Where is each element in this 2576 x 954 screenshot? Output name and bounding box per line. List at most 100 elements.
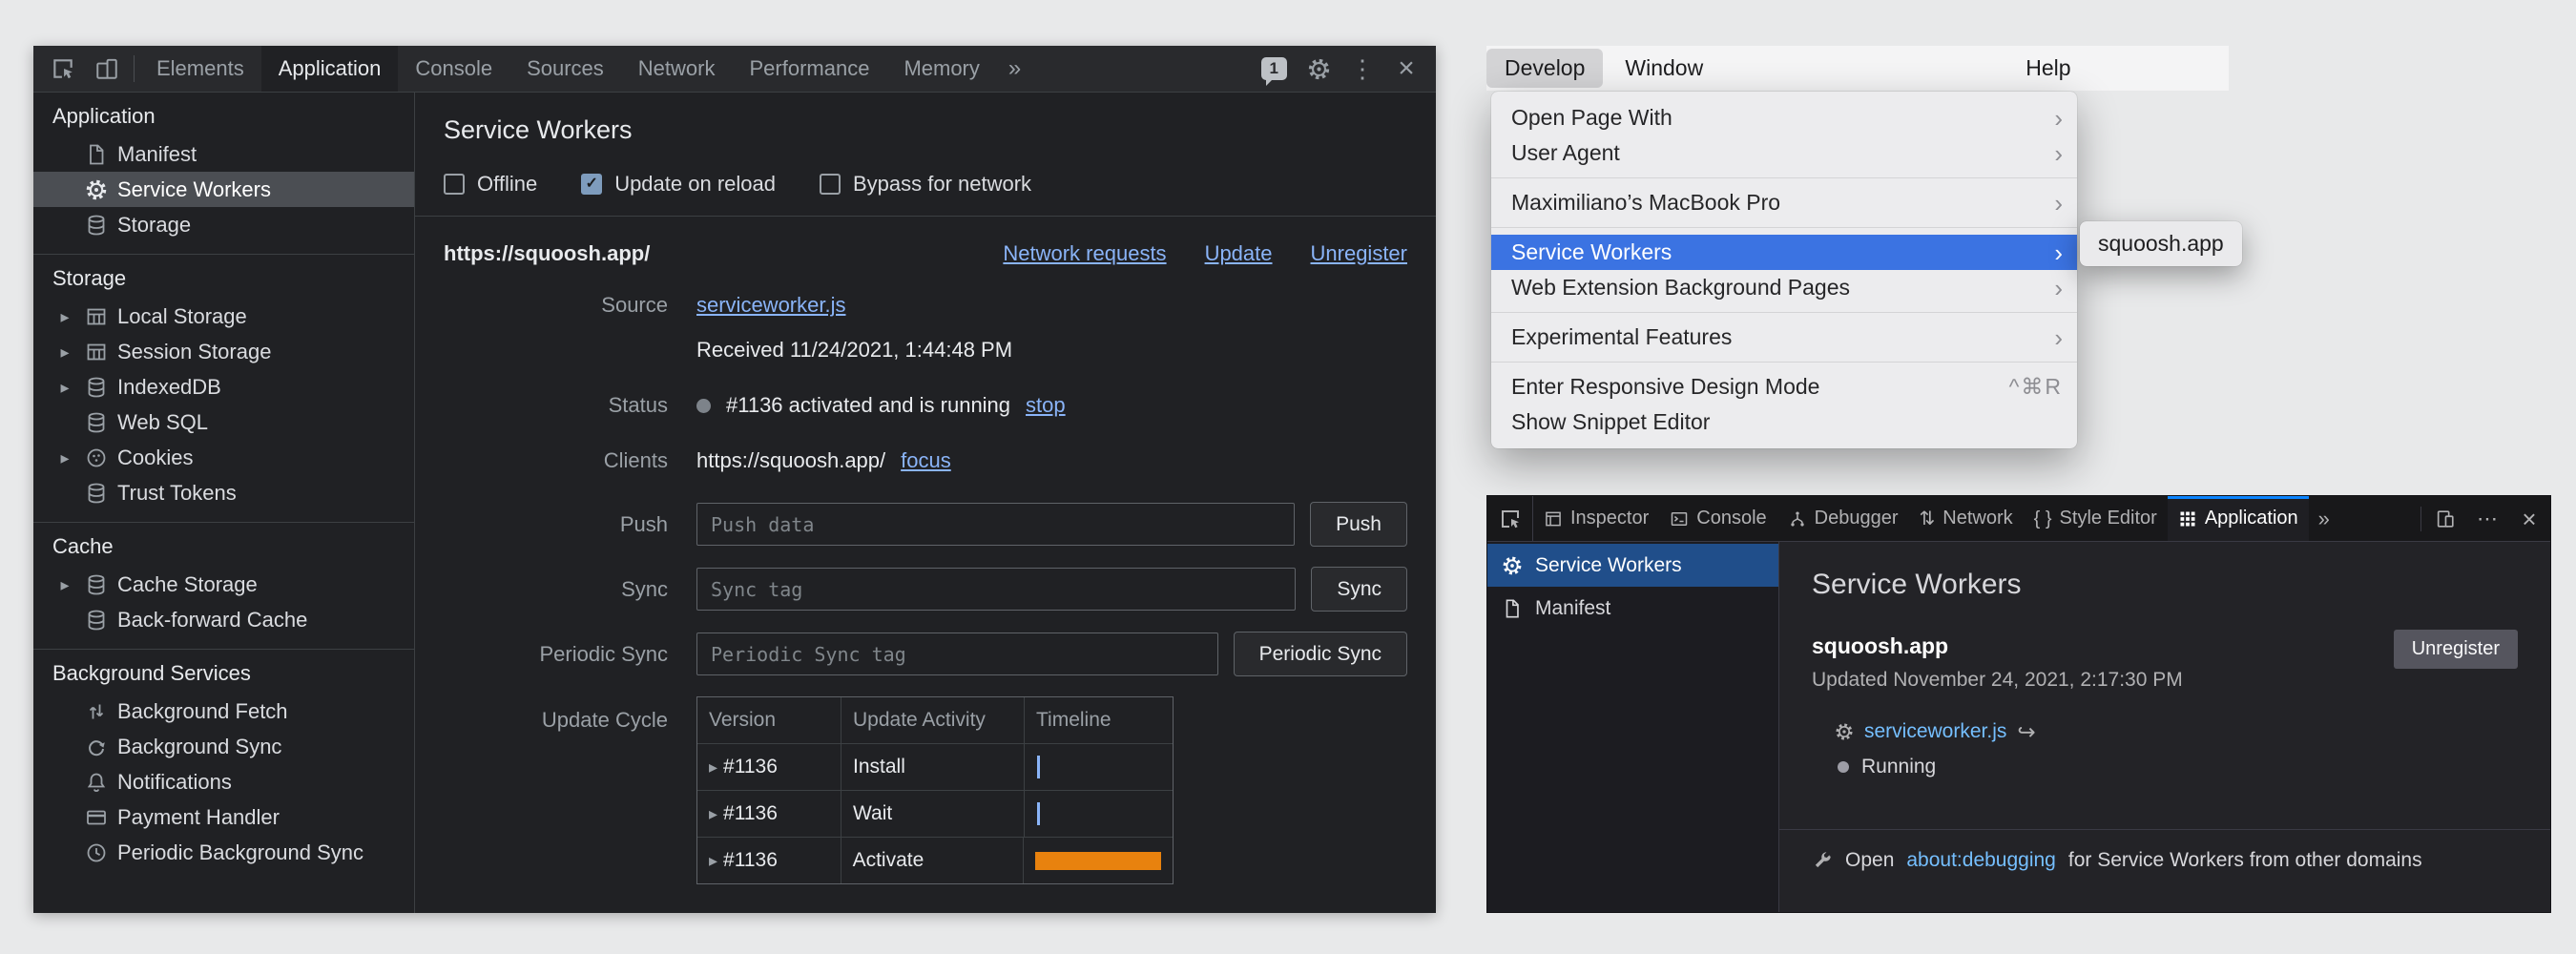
inspect-element-button[interactable] <box>41 46 85 92</box>
tab-performance[interactable]: Performance <box>732 46 886 92</box>
close-devtools-button[interactable]: × <box>2508 496 2550 541</box>
expander-icon[interactable]: ▸ <box>709 852 717 869</box>
more-tabs-button[interactable]: » <box>2309 496 2339 541</box>
periodic-sync-tag-input[interactable] <box>696 633 1218 675</box>
close-devtools-button[interactable]: × <box>1384 46 1428 92</box>
sidebar-item-local-storage[interactable]: ▸ Local Storage <box>33 299 414 334</box>
more-tabs-button[interactable]: » <box>997 46 1032 92</box>
tab-console[interactable]: Console <box>1659 496 1776 541</box>
expander-icon[interactable]: ▸ <box>54 308 75 325</box>
sidebar-item-service-workers[interactable]: Service Workers <box>1487 544 1778 587</box>
tab-label: Console <box>1696 508 1766 529</box>
expander-icon[interactable]: ▸ <box>54 343 75 361</box>
devtools-panel-tabs: Elements Application Console Sources Net… <box>139 46 1032 92</box>
sidebar-item-manifest[interactable]: Manifest <box>33 136 414 172</box>
toggle-device-toolbar-button[interactable] <box>85 46 129 92</box>
menubar-item-help[interactable]: Help <box>2007 49 2088 88</box>
source-row: Source serviceworker.js <box>444 293 1407 318</box>
update-cycle-row: Update Cycle Version Update Activity Tim… <box>444 696 1407 884</box>
status-text: Running <box>1861 756 1936 778</box>
sidebar-item-background-fetch[interactable]: Background Fetch <box>33 694 414 729</box>
sidebar-item-service-workers[interactable]: Service Workers <box>33 172 414 207</box>
check-icon: ✓ <box>585 176 597 192</box>
tab-elements[interactable]: Elements <box>139 46 261 92</box>
sidebar-item-indexeddb[interactable]: ▸ IndexedDB <box>33 369 414 404</box>
console-messages-badge[interactable]: 1 <box>1261 57 1287 80</box>
submenu-item-squoosh-app[interactable]: squoosh.app <box>2098 231 2224 256</box>
tab-memory[interactable]: Memory <box>886 46 996 92</box>
pick-element-button[interactable] <box>1487 496 1533 541</box>
field-label: Status <box>444 393 668 418</box>
menu-item-user-agent[interactable]: User Agent › <box>1491 135 2077 171</box>
worker-script-link[interactable]: serviceworker.js <box>1864 720 2006 743</box>
sidebar-item-notifications[interactable]: Notifications <box>33 764 414 799</box>
sidebar-item-manifest[interactable]: Manifest <box>1487 587 1778 630</box>
debugger-branch-icon <box>1788 509 1807 529</box>
menu-item-show-snippet-editor[interactable]: Show Snippet Editor <box>1491 404 2077 440</box>
push-button[interactable]: Push <box>1310 502 1407 547</box>
source-script-link[interactable]: serviceworker.js <box>696 293 845 318</box>
tab-application[interactable]: Application <box>2168 496 2309 541</box>
sidebar-item-cache-storage[interactable]: ▸ Cache Storage <box>33 567 414 602</box>
sidebar-item-background-sync[interactable]: Background Sync <box>33 729 414 764</box>
offline-checkbox[interactable]: ✓ Offline <box>444 172 537 197</box>
menubar-item-develop[interactable]: Develop <box>1486 49 1603 88</box>
sidebar-item-label: Service Workers <box>1535 554 1682 577</box>
tab-application[interactable]: Application <box>261 46 399 92</box>
update-link[interactable]: Update <box>1205 241 1273 266</box>
expander-icon[interactable]: ▸ <box>709 805 717 822</box>
about-debugging-link[interactable]: about:debugging <box>1906 849 2056 872</box>
tab-sources[interactable]: Sources <box>509 46 621 92</box>
firefox-devtools-window: Inspector Console Debugger ⇅ Network { }… <box>1486 495 2551 913</box>
menu-item-open-page-with[interactable]: Open Page With › <box>1491 100 2077 135</box>
clients-value: https://squoosh.app/ focus <box>696 448 951 473</box>
expander-icon[interactable]: ▸ <box>54 379 75 396</box>
braces-icon: { } <box>2034 509 2052 529</box>
settings-button[interactable] <box>1297 46 1340 92</box>
expander-icon[interactable]: ▸ <box>54 576 75 593</box>
sidebar-item-back-forward-cache[interactable]: Back-forward Cache <box>33 602 414 637</box>
tab-style-editor[interactable]: { } Style Editor <box>2024 496 2168 541</box>
timeline-activity-bar <box>1035 852 1161 870</box>
update-on-reload-checkbox[interactable]: ✓ Update on reload <box>581 172 776 197</box>
sidebar-item-periodic-background-sync[interactable]: Periodic Background Sync <box>33 835 414 870</box>
expander-icon[interactable]: ▸ <box>54 449 75 467</box>
menubar-item-window[interactable]: Window <box>1607 49 1721 88</box>
table-row[interactable]: ▸#1136 Activate <box>697 837 1173 883</box>
tab-inspector[interactable]: Inspector <box>1533 496 1659 541</box>
sync-button[interactable]: Sync <box>1311 567 1407 612</box>
network-requests-link[interactable]: Network requests <box>1003 241 1166 266</box>
tab-network[interactable]: ⇅ Network <box>1909 496 2024 541</box>
periodic-sync-button[interactable]: Periodic Sync <box>1234 632 1407 676</box>
tab-console[interactable]: Console <box>398 46 509 92</box>
expander-icon[interactable]: ▸ <box>709 758 717 776</box>
bypass-for-network-checkbox[interactable]: ✓ Bypass for network <box>820 172 1031 197</box>
more-options-button[interactable]: ⋮ <box>1340 46 1384 92</box>
open-in-debugger-icon[interactable]: ↪ <box>2017 721 2035 743</box>
menu-item-service-workers[interactable]: Service Workers › <box>1491 235 2077 270</box>
sidebar-item-cookies[interactable]: ▸ Cookies <box>33 440 414 475</box>
tab-network[interactable]: Network <box>621 46 733 92</box>
menu-item-web-extension-background-pages[interactable]: Web Extension Background Pages › <box>1491 270 2077 305</box>
menu-item-label: Web Extension Background Pages <box>1511 275 1850 301</box>
menu-item-device[interactable]: Maximiliano’s MacBook Pro › <box>1491 185 2077 220</box>
sidebar-item-web-sql[interactable]: Web SQL <box>33 404 414 440</box>
table-row[interactable]: ▸#1136 Install <box>697 743 1173 790</box>
sidebar-item-trust-tokens[interactable]: Trust Tokens <box>33 475 414 510</box>
responsive-design-mode-button[interactable] <box>2424 496 2466 541</box>
focus-link[interactable]: focus <box>901 448 951 473</box>
push-data-input[interactable] <box>696 503 1295 546</box>
table-row[interactable]: ▸#1136 Wait <box>697 790 1173 837</box>
sidebar-item-payment-handler[interactable]: Payment Handler <box>33 799 414 835</box>
sidebar-item-storage[interactable]: Storage <box>33 207 414 242</box>
menu-item-experimental-features[interactable]: Experimental Features › <box>1491 320 2077 355</box>
more-options-button[interactable]: ⋯ <box>2466 496 2508 541</box>
sidebar-item-session-storage[interactable]: ▸ Session Storage <box>33 334 414 369</box>
stop-link[interactable]: stop <box>1026 393 1066 418</box>
unregister-link[interactable]: Unregister <box>1311 241 1407 266</box>
unregister-button[interactable]: Unregister <box>2394 630 2518 669</box>
menu-item-enter-responsive-design-mode[interactable]: Enter Responsive Design Mode ^⌘R <box>1491 369 2077 404</box>
tab-debugger[interactable]: Debugger <box>1777 496 1909 541</box>
sync-tag-input[interactable] <box>696 568 1296 611</box>
sidebar-section-storage: Storage ▸ Local Storage ▸ Session Storag… <box>33 255 414 523</box>
